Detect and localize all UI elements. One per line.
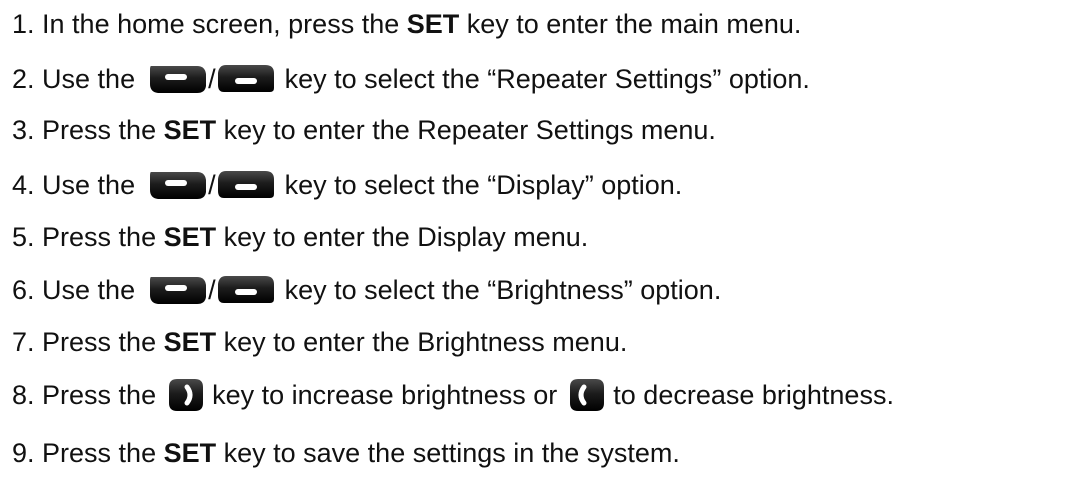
step-text: key to save the settings in the system. bbox=[216, 438, 680, 468]
step-text: Use the bbox=[34, 64, 136, 94]
up-key-icon bbox=[147, 170, 209, 200]
up-key-icon bbox=[147, 64, 209, 94]
step-text: key to enter the Repeater Settings menu. bbox=[216, 115, 716, 145]
step-number: 7. bbox=[12, 327, 35, 357]
step-text: Use the bbox=[34, 170, 136, 200]
instruction-steps: 1. In the home screen, press the SET key… bbox=[0, 0, 1084, 497]
step-number: 8. bbox=[12, 380, 35, 410]
step-9: 9. Press the SET key to save the setting… bbox=[12, 436, 680, 470]
down-key-icon bbox=[215, 275, 277, 305]
step-5: 5. Press the SET key to enter the Displa… bbox=[12, 220, 588, 254]
step-text: In the home screen, press the bbox=[34, 9, 407, 39]
step-number: 5. bbox=[12, 222, 35, 252]
step-8: 8. Press the key to increase brightness … bbox=[12, 378, 894, 412]
step-2: 2. Use the / key to select the “Repeater… bbox=[12, 62, 810, 96]
step-4: 4. Use the / key to select the “Display”… bbox=[12, 168, 682, 202]
step-number: 4. bbox=[12, 170, 35, 200]
step-text: Press the bbox=[34, 327, 164, 357]
set-key-label: SET bbox=[163, 115, 217, 145]
step-number: 2. bbox=[12, 64, 35, 94]
left-key-icon bbox=[569, 378, 605, 412]
step-text: key to select the “Brightness” option. bbox=[284, 275, 722, 305]
down-key-icon bbox=[215, 170, 277, 200]
set-key-label: SET bbox=[163, 438, 217, 468]
step-text: Press the bbox=[34, 222, 164, 252]
step-text: Press the bbox=[34, 438, 164, 468]
step-text: key to increase brightness or bbox=[212, 380, 558, 410]
step-text: key to enter the main menu. bbox=[459, 9, 802, 39]
step-text: key to select the “Repeater Settings” op… bbox=[284, 64, 810, 94]
step-1: 1. In the home screen, press the SET key… bbox=[12, 7, 801, 41]
step-text: Press the bbox=[34, 380, 157, 410]
set-key-label: SET bbox=[163, 327, 217, 357]
step-number: 3. bbox=[12, 115, 35, 145]
step-7: 7. Press the SET key to enter the Bright… bbox=[12, 325, 627, 359]
down-key-icon bbox=[215, 64, 277, 94]
set-key-label: SET bbox=[163, 222, 217, 252]
step-text: key to select the “Display” option. bbox=[284, 170, 683, 200]
up-key-icon bbox=[147, 275, 209, 305]
step-text: Press the bbox=[34, 115, 164, 145]
set-key-label: SET bbox=[406, 9, 460, 39]
right-key-icon bbox=[168, 378, 204, 412]
step-text: key to enter the Display menu. bbox=[216, 222, 589, 252]
step-number: 6. bbox=[12, 275, 35, 305]
step-text: to decrease brightness. bbox=[613, 380, 894, 410]
step-number: 9. bbox=[12, 438, 35, 468]
step-text: Use the bbox=[34, 275, 136, 305]
step-number: 1. bbox=[12, 9, 35, 39]
step-text: key to enter the Brightness menu. bbox=[216, 327, 628, 357]
step-6: 6. Use the / key to select the “Brightne… bbox=[12, 273, 721, 307]
step-3: 3. Press the SET key to enter the Repeat… bbox=[12, 113, 716, 147]
